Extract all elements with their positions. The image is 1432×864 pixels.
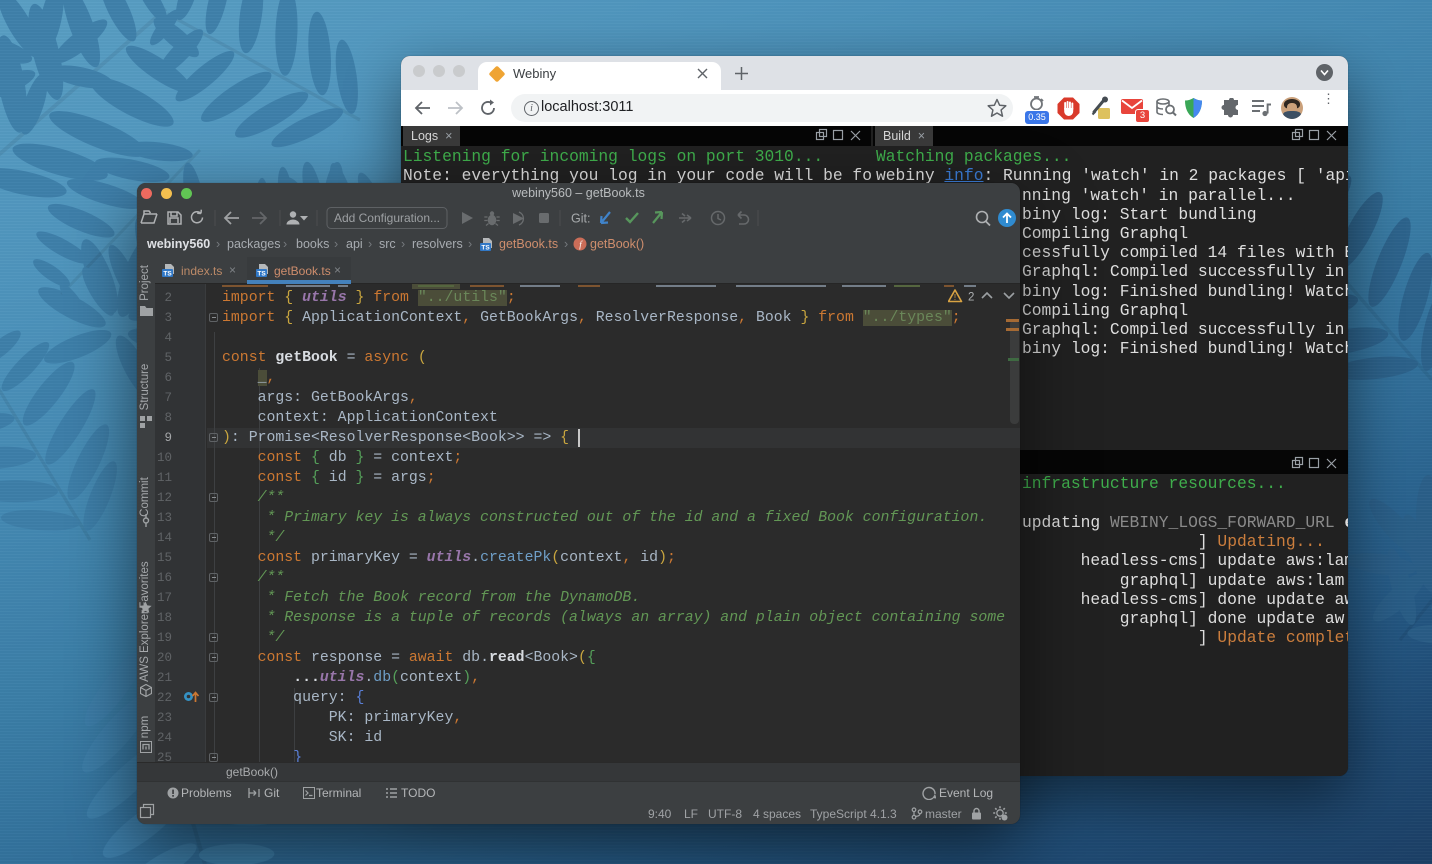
svg-text:TS: TS bbox=[481, 245, 490, 252]
svg-text:2: 2 bbox=[968, 292, 974, 304]
svg-text:Git:: Git: bbox=[571, 212, 590, 226]
svg-text:!: ! bbox=[954, 293, 956, 302]
svg-text:Add Configuration...: Add Configuration... bbox=[334, 211, 440, 225]
svg-text:TS: TS bbox=[257, 271, 266, 278]
svg-text:TS: TS bbox=[163, 271, 172, 278]
